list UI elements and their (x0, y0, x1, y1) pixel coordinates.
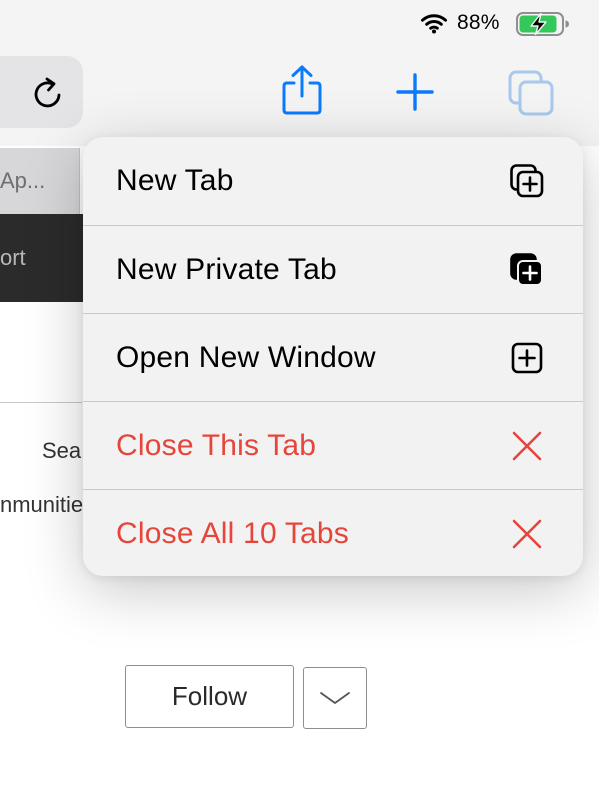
menu-item-label: Close This Tab (116, 428, 317, 462)
menu-item-label: New Private Tab (116, 252, 337, 286)
plus-icon[interactable] (393, 70, 437, 114)
new-tab-icon (510, 164, 544, 198)
follow-options-button[interactable] (303, 667, 367, 729)
follow-button[interactable]: Follow (125, 665, 294, 728)
tabs-icon[interactable] (505, 67, 557, 119)
close-icon (512, 431, 542, 460)
page-text: Sea (42, 438, 82, 463)
tab-actions-menu: New Tab New Private Tab Open New Window … (83, 137, 583, 576)
battery-percentage: 88% (457, 11, 500, 34)
nav-bar-label[interactable]: ort (0, 245, 26, 271)
menu-item-open-new-window[interactable]: Open New Window (83, 313, 583, 401)
chevron-down-icon (320, 692, 350, 704)
menu-item-new-private-tab[interactable]: New Private Tab (83, 225, 583, 313)
tab-label: Ap... (0, 168, 46, 193)
page-divider (0, 402, 82, 403)
new-private-tab-icon (510, 252, 543, 286)
menu-item-new-tab[interactable]: New Tab (83, 137, 583, 225)
new-window-icon (511, 342, 543, 373)
menu-item-close-all-tabs[interactable]: Close All 10 Tabs (83, 489, 583, 576)
share-icon[interactable] (281, 64, 323, 116)
menu-item-close-this-tab[interactable]: Close This Tab (83, 401, 583, 489)
menu-item-label: Open New Window (116, 340, 376, 374)
close-icon (512, 519, 542, 548)
reload-icon[interactable] (28, 74, 68, 114)
wifi-icon (421, 14, 447, 34)
battery-charging-icon (516, 12, 569, 36)
status-bar (0, 0, 599, 46)
page-text: nmunitie (0, 492, 84, 517)
menu-item-label: Close All 10 Tabs (116, 516, 349, 550)
menu-item-label: New Tab (116, 164, 234, 197)
